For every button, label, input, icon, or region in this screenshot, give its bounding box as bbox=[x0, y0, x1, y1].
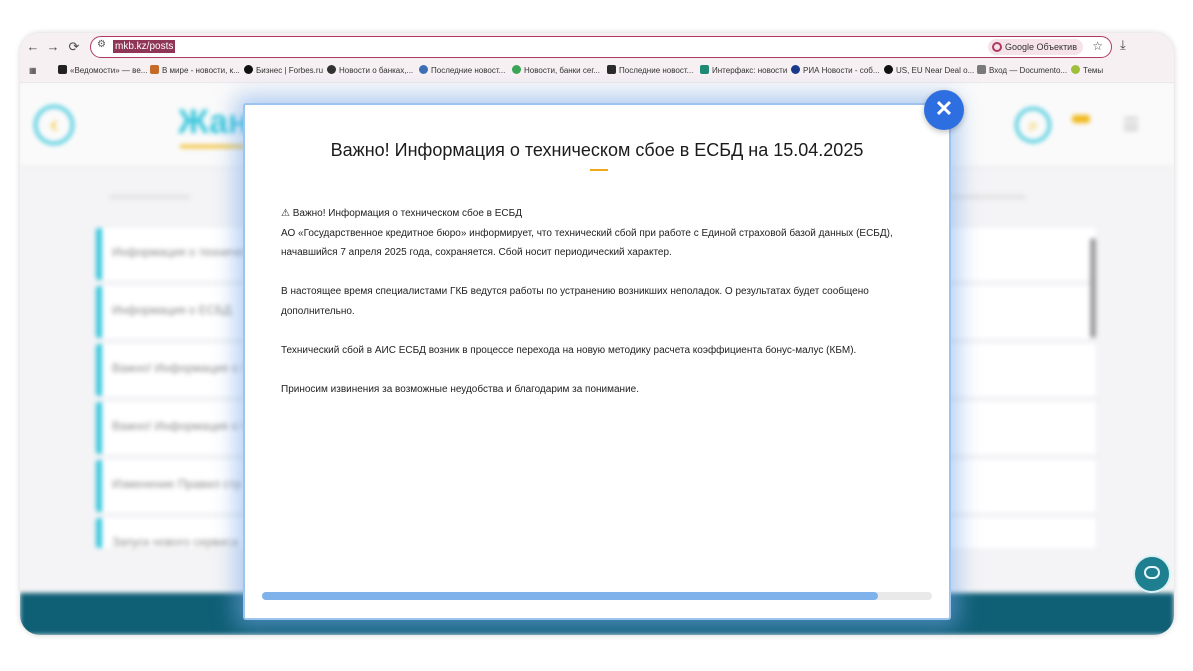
bookmark-item[interactable]: Темы bbox=[1071, 65, 1103, 77]
modal-paragraph: ⚠ Важно! Информация о техническом сбое в… bbox=[281, 208, 522, 219]
close-icon: ✕ bbox=[934, 96, 954, 121]
modal-paragraph: Технический сбой в АИС ЕСБД возник в про… bbox=[281, 344, 857, 356]
modal-body: ⚠ Важно! Информация о техническом сбое в… bbox=[281, 204, 921, 399]
favicon-icon bbox=[150, 65, 159, 74]
announcement-modal: Важно! Информация о техническом сбое в Е… bbox=[250, 109, 944, 613]
lens-icon bbox=[992, 42, 1003, 52]
list-scrollbar[interactable] bbox=[1090, 238, 1096, 338]
site-subtitle bbox=[945, 195, 1025, 199]
bookmark-item[interactable]: Интерфакс: новости bbox=[700, 65, 787, 77]
bookmarks-bar: ▦ «Ведомости» — ве... В мире - новости, … bbox=[20, 62, 1174, 82]
bookmark-item[interactable]: Бизнес | Forbes.ru bbox=[244, 65, 323, 77]
bookmark-item[interactable]: Последние новост... bbox=[419, 65, 505, 77]
search-icon[interactable]: ⌕ bbox=[1015, 107, 1051, 143]
bookmark-item[interactable]: Последние новост... bbox=[607, 65, 693, 77]
progress-fill bbox=[262, 592, 879, 600]
favicon-icon bbox=[244, 65, 253, 74]
favicon-icon bbox=[419, 65, 428, 74]
modal-scroll-progress[interactable] bbox=[262, 592, 932, 600]
bookmark-item[interactable]: Новости о банках,... bbox=[327, 65, 413, 77]
chat-button[interactable] bbox=[1133, 555, 1171, 593]
favicon-icon bbox=[607, 65, 616, 74]
favicon-icon bbox=[791, 65, 800, 74]
bookmark-item[interactable]: РИА Новости - соб... bbox=[791, 65, 880, 77]
chat-bubble-icon bbox=[1144, 566, 1160, 579]
forward-arrow-icon[interactable]: → bbox=[44, 38, 62, 56]
title-accent-line bbox=[590, 169, 608, 171]
browser-chrome: ← → ⟳ ⚙ mkb.kz/posts Google Объектив ☆ ⤓… bbox=[20, 33, 1174, 83]
close-modal-button[interactable]: ✕ bbox=[924, 90, 964, 130]
favicon-icon bbox=[1071, 65, 1080, 74]
url-text[interactable]: mkb.kz/posts bbox=[113, 40, 176, 53]
favicon-icon bbox=[700, 65, 709, 74]
back-arrow-icon[interactable]: ← bbox=[24, 38, 42, 56]
modal-paragraph: АО «Государственное кредитное бюро» инфо… bbox=[281, 227, 893, 259]
address-bar[interactable]: ⚙ mkb.kz/posts Google Объектив ☆ bbox=[90, 36, 1112, 58]
bookmark-item[interactable]: Новости, банки сег... bbox=[512, 65, 600, 77]
apps-grid-icon[interactable]: ▦ bbox=[29, 65, 37, 77]
back-chevron-icon[interactable]: ‹ bbox=[34, 105, 74, 145]
bookmark-item[interactable]: «Ведомости» — ве... bbox=[58, 65, 147, 77]
bookmark-item[interactable]: Вход — Documento... bbox=[977, 65, 1067, 77]
favicon-icon bbox=[512, 65, 521, 74]
site-settings-icon[interactable]: ⚙ bbox=[97, 39, 106, 50]
reload-icon[interactable]: ⟳ bbox=[65, 38, 83, 56]
lens-label: Google Объектив bbox=[1005, 42, 1077, 52]
modal-paragraph: Приносим извинения за возможные неудобст… bbox=[281, 383, 640, 395]
hamburger-menu-icon[interactable] bbox=[1124, 117, 1138, 131]
favicon-icon bbox=[884, 65, 893, 74]
google-lens-button[interactable]: Google Объектив bbox=[988, 39, 1083, 55]
site-breadcrumb bbox=[110, 195, 190, 199]
bookmark-item[interactable]: US, EU Near Deal o... bbox=[884, 65, 974, 77]
bookmark-item[interactable]: В мире - новости, к... bbox=[150, 65, 240, 77]
favicon-icon bbox=[977, 65, 986, 74]
bookmark-star-icon[interactable]: ☆ bbox=[1092, 39, 1103, 53]
key-icon[interactable] bbox=[1072, 115, 1090, 123]
download-icon[interactable]: ⤓ bbox=[1120, 37, 1126, 53]
modal-paragraph: В настоящее время специалистами ГКБ веду… bbox=[281, 286, 869, 317]
browser-window: ← → ⟳ ⚙ mkb.kz/posts Google Объектив ☆ ⤓… bbox=[20, 33, 1174, 635]
favicon-icon bbox=[58, 65, 67, 74]
modal-title: Важно! Информация о техническом сбое в Е… bbox=[330, 140, 864, 160]
logo-underline bbox=[180, 145, 250, 148]
favicon-icon bbox=[327, 65, 336, 74]
